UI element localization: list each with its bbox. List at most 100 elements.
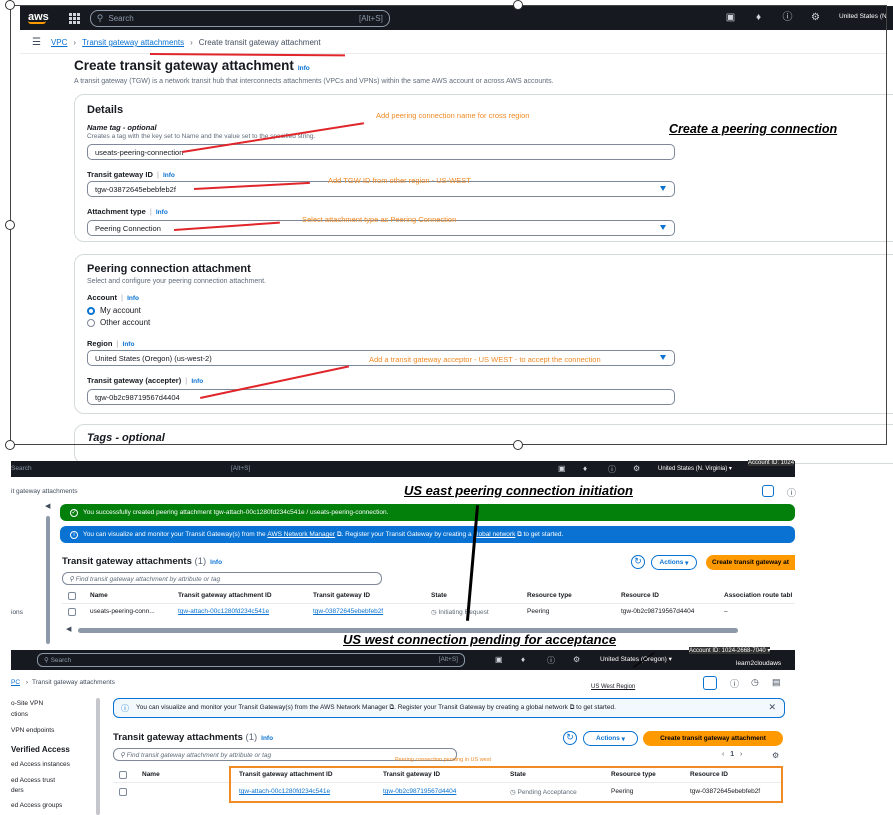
annotation-west-region: US West Region: [591, 684, 636, 690]
east-table-title: Transit gateway attachments (1) Info: [62, 556, 223, 567]
pagination: ‹ 1 ›: [722, 751, 742, 758]
bell-icon[interactable]: ♦: [583, 464, 587, 473]
west-create-button[interactable]: Create transit gateway attachment: [643, 731, 783, 746]
info-icon[interactable]: ⓘ: [787, 486, 796, 499]
gear-icon[interactable]: ⚙: [772, 751, 779, 760]
sidebar-scrollbar[interactable]: [96, 698, 100, 815]
west-actions-button[interactable]: Actions ▾: [583, 731, 638, 746]
info-link[interactable]: Info: [210, 559, 222, 566]
sidebar-item-access-groups[interactable]: ed Access groups: [11, 802, 62, 809]
current-page[interactable]: 1: [730, 751, 734, 758]
sidebar-scrollbar[interactable]: [46, 516, 50, 644]
select-all-checkbox[interactable]: [68, 592, 76, 600]
sidebar-section-verified-access: Verified Access: [11, 745, 70, 754]
sidebar-item-access-trust[interactable]: ed Access trust: [11, 777, 55, 784]
scroll-left-icon[interactable]: ◀: [66, 625, 71, 633]
west-table-title: Transit gateway attachments (1) Info: [113, 732, 274, 743]
help-icon[interactable]: ⓘ: [547, 655, 555, 666]
east-search-input[interactable]: Search: [11, 465, 32, 472]
east-filter-input[interactable]: ⚲ Find transit gateway attachment by att…: [62, 572, 382, 585]
west-account-id[interactable]: Account ID: 1024-2668-7040 ▾: [689, 647, 771, 654]
close-icon[interactable]: ✕: [768, 702, 776, 713]
resize-handle[interactable]: [5, 220, 15, 230]
annotation-pending-note: Peering connection pending in US west: [395, 757, 492, 763]
east-breadcrumb[interactable]: it gateway attachments: [11, 488, 77, 495]
info-message: to get started.: [523, 531, 564, 538]
west-user-menu[interactable]: learn2cloudaws: [736, 660, 781, 667]
info-message: . Register your Transit Gateway by cr: [341, 531, 449, 538]
info-circle-icon: ⓘ: [121, 704, 129, 713]
info-icon[interactable]: ⓘ: [730, 677, 739, 690]
help-icon[interactable]: ⓘ: [608, 464, 616, 475]
row-attachment-id-link[interactable]: tgw-attach-00c1280fd234c541e: [178, 608, 269, 615]
sidebar-item-providers[interactable]: ders: [11, 787, 24, 794]
col-resource-id[interactable]: Resource ID: [621, 592, 659, 599]
collapse-icon[interactable]: ◀: [45, 502, 50, 510]
refresh-icon[interactable]: ↻: [631, 555, 645, 569]
west-breadcrumb: PC › Transit gateway attachments: [11, 679, 115, 686]
west-search-input[interactable]: ⚲ Search [Alt+S]: [37, 653, 465, 667]
col-resource-type[interactable]: Resource type: [527, 592, 572, 599]
col-state[interactable]: State: [431, 592, 447, 599]
notifications-icon[interactable]: [703, 676, 717, 690]
col-association-route-table[interactable]: Association route tabl: [724, 592, 792, 599]
row-tgw-id-link[interactable]: tgw-03872645ebebfeb2f: [313, 608, 383, 615]
sidebar-item-site-vpn[interactable]: o-Site VPN: [11, 700, 43, 707]
col-tgw-id[interactable]: Transit gateway ID: [313, 592, 370, 599]
row-checkbox[interactable]: [119, 788, 127, 796]
check-circle-icon: ✓: [70, 508, 78, 517]
east-create-button[interactable]: Create transit gateway at: [706, 555, 795, 570]
resize-handle[interactable]: [5, 440, 15, 450]
feedback-icon[interactable]: ▤: [772, 677, 781, 688]
select-all-checkbox[interactable]: [119, 771, 127, 779]
success-flashbar: ✓ You successfully created peering attac…: [60, 504, 795, 521]
info-link[interactable]: Info: [261, 735, 273, 742]
history-icon[interactable]: ◷: [751, 677, 759, 688]
row-association: –: [724, 608, 728, 615]
sidebar-item-access-instances[interactable]: ed Access instances: [11, 761, 70, 768]
east-region-selector[interactable]: United States (N. Virginia) ▾: [658, 465, 732, 472]
west-info-flashbar: ⓘ You can visualize and monitor your Tra…: [113, 698, 785, 718]
east-search-shortcut: [Alt+S]: [231, 465, 251, 472]
prev-page-icon[interactable]: ‹: [722, 751, 724, 758]
next-page-icon[interactable]: ›: [740, 751, 742, 758]
east-top-navigation: Search [Alt+S] ▣ ♦ ⓘ ⚙ United States (N.…: [11, 460, 795, 477]
east-actions-button[interactable]: Actions ▾: [651, 555, 697, 570]
east-sidebar-item[interactable]: ions: [11, 609, 23, 616]
success-message: You successfully created peering attachm…: [83, 509, 389, 516]
bell-icon[interactable]: ♦: [521, 655, 525, 664]
resize-handle[interactable]: [513, 440, 523, 450]
annotation-west-pending: US west connection pending for acceptanc…: [343, 632, 617, 647]
row-checkbox[interactable]: [68, 608, 76, 616]
selection-frame: [10, 5, 887, 445]
annotation-east-initiation: US east peering connection initiation: [404, 483, 633, 498]
gear-icon[interactable]: ⚙: [633, 464, 640, 473]
east-account-id[interactable]: Account ID: 1024: [748, 460, 795, 466]
resize-handle[interactable]: [5, 0, 15, 10]
annotation-highlight-box: [229, 766, 783, 803]
info-message: eating a: [448, 531, 472, 538]
info-flashbar: i You can visualize and monitor your Tra…: [60, 526, 795, 543]
breadcrumb-vpc[interactable]: PC: [11, 679, 20, 686]
info-message: You can visualize and monitor your Trans…: [83, 531, 266, 538]
refresh-icon[interactable]: ↻: [563, 731, 577, 745]
network-manager-link[interactable]: AWS Network Manager: [267, 531, 335, 538]
info-circle-icon: i: [70, 530, 78, 539]
west-region-selector[interactable]: United States (Oregon) ▾: [600, 655, 672, 663]
west-top-navigation: ⚲ Search [Alt+S] ▣ ♦ ⓘ ⚙ United States (O…: [11, 647, 795, 670]
col-name[interactable]: Name: [90, 592, 108, 599]
notifications-icon[interactable]: [762, 485, 774, 497]
col-attachment-id[interactable]: Transit gateway attachment ID: [178, 592, 272, 599]
resize-handle[interactable]: [513, 0, 523, 10]
gear-icon[interactable]: ⚙: [573, 655, 580, 664]
col-name[interactable]: Name: [142, 771, 160, 778]
row-state: ◷ Initiating Request: [431, 609, 489, 616]
cloudshell-icon[interactable]: ▣: [495, 655, 503, 664]
sidebar-item-connections[interactable]: ctions: [11, 711, 28, 718]
row-resource-id: tgw-0b2c98719567d4404: [621, 608, 695, 615]
global-network-link[interactable]: global network: [473, 531, 515, 538]
cloudshell-icon[interactable]: ▣: [558, 464, 566, 473]
sidebar-item-vpn-endpoints[interactable]: VPN endpoints: [11, 727, 54, 734]
row-resource-type: Peering: [527, 608, 550, 615]
west-info-message: You can visualize and monitor your Trans…: [136, 704, 616, 711]
